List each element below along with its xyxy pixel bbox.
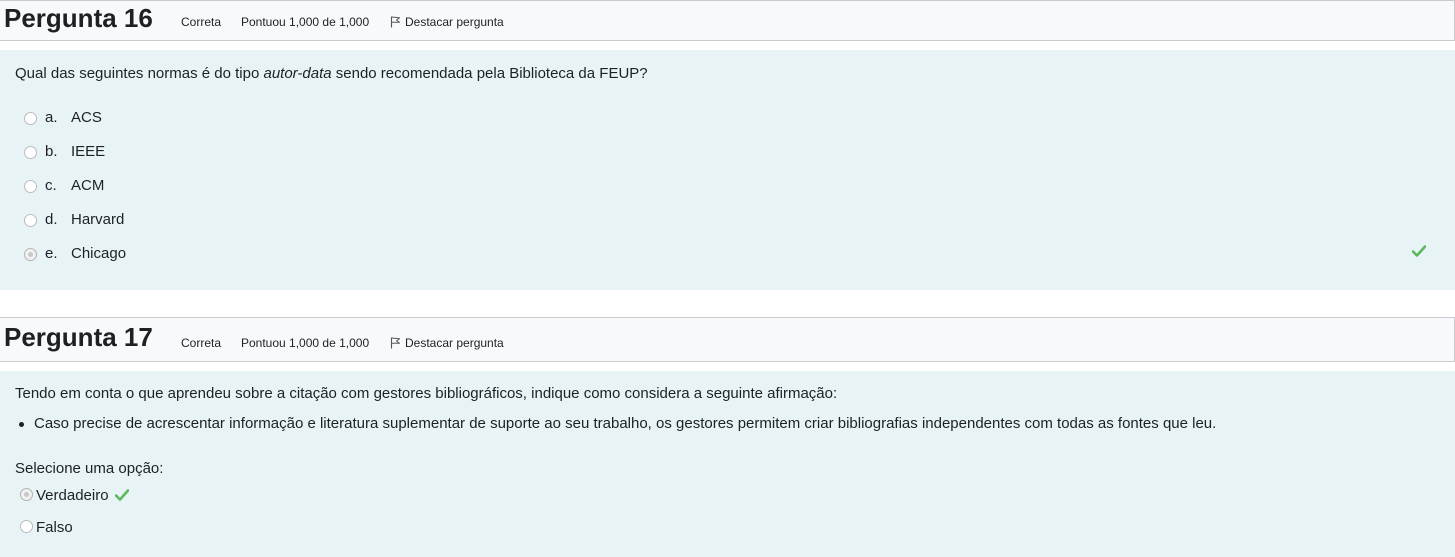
question-17-content: Tendo em conta o que aprendeu sobre a ci… [0,371,1455,557]
flag-icon [390,16,400,28]
question-16-text: Qual das seguintes normas é do tipo auto… [15,65,648,82]
answer-e-radio[interactable] [24,248,37,261]
question-16-content: Qual das seguintes normas é do tipo auto… [0,50,1455,290]
question-17-text: Tendo em conta o que aprendeu sobre a ci… [15,385,838,402]
flag-question-17-button[interactable]: Destacar pergunta [390,336,504,350]
option-false-radio[interactable] [20,520,33,533]
answer-d-label[interactable]: Harvard [71,211,124,229]
answer-b-label[interactable]: IEEE [71,143,105,161]
answer-d-letter: d. [45,211,58,228]
question-17-statement: Caso precise de acrescentar informação e… [34,415,1217,432]
flag-question-17-label: Destacar pergunta [405,336,504,350]
select-option-prompt: Selecione uma opção: [15,460,164,477]
question-17-header: Pergunta 17 Correta Pontuou 1,000 de 1,0… [0,317,1455,362]
statement-bullet [19,422,24,427]
answer-b-radio[interactable] [24,146,37,159]
question-17-status: Correta [181,336,222,350]
option-true-radio[interactable] [20,488,33,501]
question-16-title: Pergunta 16 [4,3,153,33]
answer-e-letter: e. [45,245,58,262]
answer-c-radio[interactable] [24,180,37,193]
flag-question-16-button[interactable]: Destacar pergunta [390,15,504,29]
answer-b-letter: b. [45,143,58,160]
option-true-label[interactable]: Verdadeiro [36,487,109,505]
check-icon [115,489,129,501]
question-16-score: Pontuou 1,000 de 1,000 [241,15,370,29]
question-17-title: Pergunta 17 [4,322,153,352]
question-16-header: Pergunta 16 Correta Pontuou 1,000 de 1,0… [0,0,1455,41]
answer-c-letter: c. [45,177,57,194]
option-false-label[interactable]: Falso [36,519,73,537]
answer-a-radio[interactable] [24,112,37,125]
check-icon [1412,245,1426,257]
flag-question-16-label: Destacar pergunta [405,15,504,29]
question-16-status: Correta [181,15,222,29]
answer-c-label[interactable]: ACM [71,177,104,195]
flag-icon [390,337,400,349]
answer-e-label[interactable]: Chicago [71,245,126,263]
answer-a-letter: a. [45,109,58,126]
question-17-score: Pontuou 1,000 de 1,000 [241,336,370,350]
answer-a-label[interactable]: ACS [71,109,102,127]
answer-d-radio[interactable] [24,214,37,227]
